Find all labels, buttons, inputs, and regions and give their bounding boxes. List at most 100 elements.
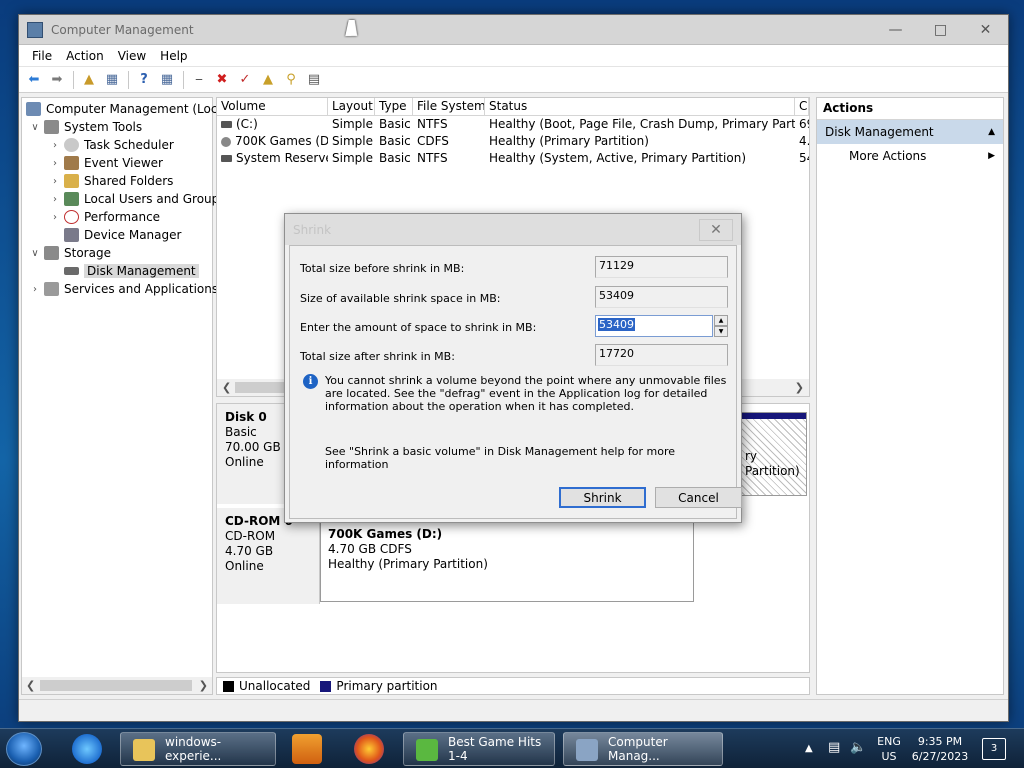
clock[interactable]: 9:35 PM 6/27/2023 xyxy=(910,734,970,764)
show-hidden-icons-icon[interactable]: ▲ xyxy=(805,741,813,756)
menu-help[interactable]: Help xyxy=(153,47,194,65)
unallocated-swatch xyxy=(223,680,234,692)
minimize-button[interactable]: — xyxy=(873,15,918,44)
expand-icon[interactable]: › xyxy=(48,212,62,223)
dialog-titlebar[interactable]: Shrink ✕ xyxy=(285,214,741,245)
scroll-left-icon[interactable]: ❮ xyxy=(222,381,231,394)
expand-icon[interactable]: › xyxy=(48,158,62,169)
menu-bar: File Action View Help xyxy=(19,45,1008,67)
taskbar: windows-experie... Best Game Hits 1-4 Co… xyxy=(0,728,1024,768)
window-titlebar[interactable]: Computer Management — □ ✕ xyxy=(19,15,1008,45)
tree-item-disk-management[interactable]: Disk Management xyxy=(62,262,199,280)
device-manager-icon xyxy=(64,228,79,242)
volume-muted-icon[interactable]: 🔈 xyxy=(850,740,866,755)
scroll-right-icon[interactable]: ❯ xyxy=(795,381,804,394)
game-dice-icon xyxy=(416,739,438,761)
scrollbar-thumb[interactable] xyxy=(40,680,192,691)
media-player-icon[interactable] xyxy=(292,734,322,764)
shrink-amount-stepper[interactable]: ▲ ▼ xyxy=(714,315,728,337)
collapse-icon[interactable]: ∨ xyxy=(28,248,42,259)
tree-item-local-users[interactable]: › Local Users and Groups xyxy=(48,190,226,208)
storage-icon xyxy=(44,246,59,260)
shrink-amount-input[interactable]: 53409 xyxy=(595,315,713,337)
table-row[interactable]: 700K Games (D:) Simple Basic CDFS Health… xyxy=(217,133,809,150)
expand-icon[interactable]: › xyxy=(48,140,62,151)
cancel-button[interactable]: Cancel xyxy=(655,487,742,508)
properties-icon[interactable]: ▤ xyxy=(303,70,325,90)
table-row[interactable]: System Reserved Simple Basic NTFS Health… xyxy=(217,150,809,167)
dialog-close-button[interactable]: ✕ xyxy=(699,218,733,241)
tree-item-event-viewer[interactable]: › Event Viewer xyxy=(48,154,163,172)
disk0-partition[interactable]: ry Partition) xyxy=(737,412,807,496)
show-hide-tree-icon[interactable]: ▦ xyxy=(101,70,123,90)
primary-partition-swatch xyxy=(320,680,332,692)
submenu-arrow-icon: ▶ xyxy=(988,151,995,161)
tree-horizontal-scrollbar[interactable]: ❮ ❯ xyxy=(22,677,212,694)
expand-icon[interactable]: › xyxy=(48,176,62,187)
drive-icon xyxy=(221,155,232,162)
scroll-right-icon[interactable]: ❯ xyxy=(199,679,208,692)
event-viewer-icon xyxy=(64,156,79,170)
close-button[interactable]: ✕ xyxy=(963,15,1008,44)
spin-down-icon[interactable]: ▼ xyxy=(714,326,728,337)
delete-icon[interactable]: ✖ xyxy=(211,70,233,90)
notification-center-icon[interactable]: 3 xyxy=(982,738,1006,760)
up-folder-icon[interactable]: ▲ xyxy=(78,70,100,90)
more-actions-item[interactable]: More Actions ▶ xyxy=(817,144,1003,168)
collapse-icon[interactable]: ∨ xyxy=(28,122,42,133)
forward-icon[interactable]: ➡ xyxy=(46,70,68,90)
column-type[interactable]: Type xyxy=(375,98,413,115)
users-icon xyxy=(64,192,79,206)
menu-action[interactable]: Action xyxy=(59,47,111,65)
column-volume[interactable]: Volume xyxy=(217,98,328,115)
column-file-system[interactable]: File System xyxy=(413,98,485,115)
cdrom-partition[interactable]: 700K Games (D:) 4.70 GB CDFS Healthy (Pr… xyxy=(320,516,694,602)
expand-icon[interactable]: › xyxy=(48,194,62,205)
dialog-body: Total size before shrink in MB: 71129 Si… xyxy=(289,245,742,519)
taskbar-explorer-task[interactable]: windows-experie... xyxy=(120,732,276,766)
available-space-label: Size of available shrink space in MB: xyxy=(300,292,501,305)
back-icon[interactable]: ⬅ xyxy=(23,70,45,90)
network-icon[interactable]: ▤ xyxy=(828,740,840,755)
help-icon[interactable]: ? xyxy=(133,70,155,90)
tree-item-services[interactable]: › Services and Applications xyxy=(28,280,218,298)
tree-item-root[interactable]: Computer Management (Local xyxy=(24,100,228,118)
volume-list-header: Volume Layout Type File System Status C xyxy=(217,98,809,116)
tree-item-performance[interactable]: › Performance xyxy=(48,208,160,226)
expand-icon[interactable]: › xyxy=(28,284,42,295)
search-folder-icon[interactable]: ⚲ xyxy=(280,70,302,90)
cd-drive-icon xyxy=(221,136,231,147)
services-icon xyxy=(44,282,59,296)
collapse-up-icon[interactable]: ▲ xyxy=(988,127,995,137)
taskbar-computer-management-task[interactable]: Computer Manag... xyxy=(563,732,723,766)
menu-view[interactable]: View xyxy=(111,47,153,65)
spin-up-icon[interactable]: ▲ xyxy=(714,315,728,326)
actions-header: Actions xyxy=(817,98,1003,120)
show-hide-action-pane-icon[interactable]: ▦ xyxy=(156,70,178,90)
shrink-button[interactable]: Shrink xyxy=(559,487,646,508)
menu-file[interactable]: File xyxy=(25,47,59,65)
column-layout[interactable]: Layout xyxy=(328,98,375,115)
taskbar-game-task[interactable]: Best Game Hits 1-4 xyxy=(403,732,555,766)
column-capacity[interactable]: C xyxy=(795,98,809,115)
tree-item-task-scheduler[interactable]: › Task Scheduler xyxy=(48,136,174,154)
internet-explorer-icon[interactable] xyxy=(72,734,102,764)
tree-item-shared-folders[interactable]: › Shared Folders xyxy=(48,172,173,190)
firefox-icon[interactable] xyxy=(354,734,384,764)
tree-item-storage[interactable]: ∨ Storage xyxy=(28,244,111,262)
start-button[interactable] xyxy=(6,732,42,766)
drive-icon xyxy=(221,121,232,128)
column-status[interactable]: Status xyxy=(485,98,795,115)
check-icon[interactable]: ✓ xyxy=(234,70,256,90)
scroll-left-icon[interactable]: ❮ xyxy=(26,679,35,692)
actions-section-disk-management[interactable]: Disk Management ▲ xyxy=(817,120,1003,144)
toolbar: ⬅ ➡ ▲ ▦ ? ▦ ⎯ ✖ ✓ ▲ ⚲ ▤ xyxy=(19,67,1008,93)
tree-item-system-tools[interactable]: ∨ System Tools xyxy=(28,118,142,136)
table-row[interactable]: (C:) Simple Basic NTFS Healthy (Boot, Pa… xyxy=(217,116,809,133)
export-icon[interactable]: ▲ xyxy=(257,70,279,90)
maximize-button[interactable]: □ xyxy=(918,15,963,44)
tree-item-device-manager[interactable]: Device Manager xyxy=(62,226,181,244)
language-indicator[interactable]: ENG US xyxy=(874,734,904,764)
computer-management-icon xyxy=(576,739,598,761)
connect-icon[interactable]: ⎯ xyxy=(188,70,210,90)
